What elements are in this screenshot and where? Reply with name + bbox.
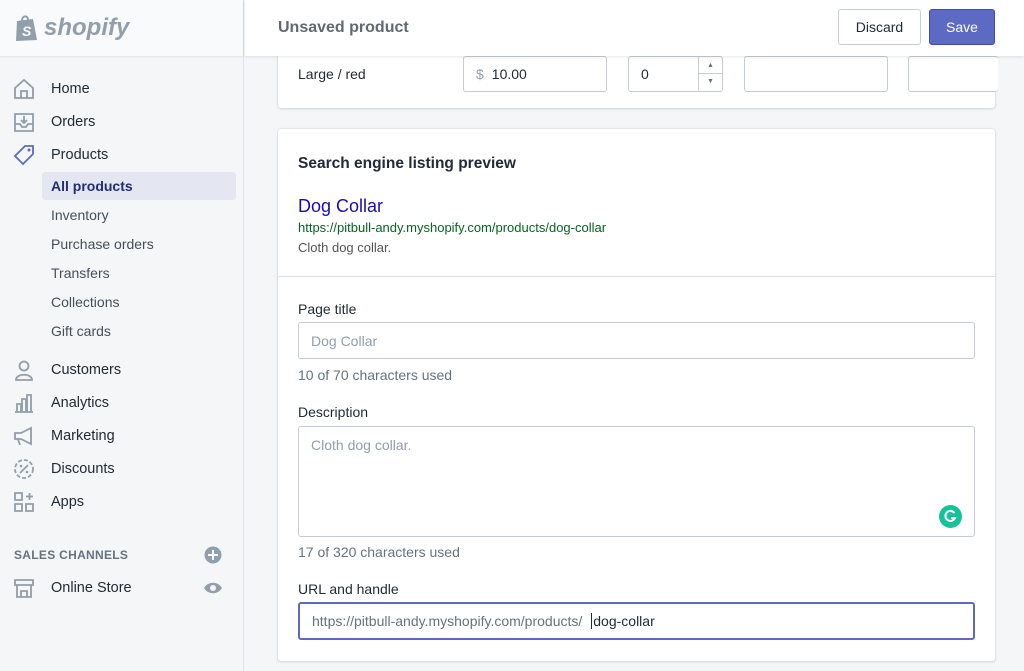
nav-label: Orders [51, 114, 95, 130]
nav-label: Discounts [51, 461, 115, 477]
nav-label: Customers [51, 362, 121, 378]
decrement-arrow-icon[interactable]: ▼ [699, 74, 722, 90]
discount-icon [13, 458, 35, 480]
nav-apps[interactable]: Apps [0, 487, 244, 517]
sales-channels-heading: SALES CHANNELS [14, 548, 128, 562]
currency-prefix: $ [476, 66, 484, 82]
shopify-logo[interactable]: S shopify [0, 0, 243, 56]
page-title-label: Page title [298, 301, 356, 317]
home-icon [13, 78, 35, 100]
subnav-gift-cards[interactable]: Gift cards [42, 317, 236, 345]
sku-input[interactable] [744, 56, 888, 92]
top-bar: Unsaved product Discard Save [245, 0, 1024, 56]
nav-label: Home [51, 81, 90, 97]
subnav-inventory[interactable]: Inventory [42, 201, 236, 229]
increment-arrow-icon[interactable]: ▲ [699, 57, 722, 74]
nav-home[interactable]: Home [0, 74, 244, 104]
page-title: Unsaved product [278, 19, 409, 37]
tag-icon [13, 144, 35, 166]
divider [278, 276, 995, 277]
handle-value: dog-collar [591, 613, 654, 629]
placeholder: Dog Collar [311, 333, 377, 349]
preview-description: Cloth dog collar. [298, 240, 391, 255]
orders-inbox-icon [13, 111, 35, 133]
nav-label: Online Store [51, 580, 132, 596]
variant-name: Large / red [298, 66, 366, 82]
brand-name: shopify [44, 14, 129, 42]
add-channel-icon[interactable] [204, 546, 222, 564]
customer-icon [13, 359, 35, 381]
eye-icon[interactable] [203, 581, 223, 595]
analytics-bar-icon [13, 392, 35, 414]
subnav-all-products[interactable]: All products [42, 172, 236, 200]
description-label: Description [298, 404, 368, 420]
preview-title: Dog Collar [298, 196, 383, 217]
quantity-stepper[interactable]: 0 ▲▼ [628, 56, 723, 92]
page-title-input[interactable]: Dog Collar [298, 322, 975, 359]
barcode-input[interactable] [908, 56, 998, 92]
subnav-collections[interactable]: Collections [42, 288, 236, 316]
subnav-purchase-orders[interactable]: Purchase orders [42, 230, 236, 258]
description-textarea[interactable]: Cloth dog collar. [298, 426, 975, 537]
nav-products[interactable]: Products [0, 140, 244, 170]
url-label: URL and handle [298, 581, 399, 597]
grammarly-icon[interactable] [939, 505, 962, 528]
quantity-value: 0 [641, 66, 649, 82]
nav-customers[interactable]: Customers [0, 355, 244, 385]
save-button[interactable]: Save [929, 9, 995, 45]
nav-label: Marketing [51, 428, 115, 444]
shopping-bag-icon: S [14, 14, 40, 42]
apps-icon [13, 491, 35, 513]
page-title-help: 10 of 70 characters used [298, 367, 452, 383]
nav-label: Apps [51, 494, 84, 510]
placeholder: Cloth dog collar. [311, 437, 411, 453]
nav-orders[interactable]: Orders [0, 107, 244, 137]
nav-analytics[interactable]: Analytics [0, 388, 244, 418]
preview-url: https://pitbull-andy.myshopify.com/produ… [298, 220, 606, 235]
svg-text:S: S [22, 23, 32, 39]
url-prefix: https://pitbull-andy.myshopify.com/produ… [312, 613, 582, 629]
seo-card: Search engine listing preview Dog Collar… [278, 129, 995, 661]
sidebar: S shopify Home Orders Products All produ… [0, 0, 244, 671]
megaphone-icon [13, 425, 35, 447]
price-input[interactable]: $10.00 [463, 56, 607, 92]
store-icon [13, 577, 35, 599]
subnav-transfers[interactable]: Transfers [42, 259, 236, 287]
nav-discounts[interactable]: Discounts [0, 454, 244, 484]
seo-heading: Search engine listing preview [298, 155, 516, 173]
nav-label: Products [51, 147, 108, 163]
price-value: 10.00 [492, 66, 527, 82]
nav-online-store[interactable]: Online Store [0, 573, 244, 603]
description-help: 17 of 320 characters used [298, 544, 460, 560]
discard-button[interactable]: Discard [838, 9, 921, 45]
nav-label: Analytics [51, 395, 109, 411]
url-handle-input[interactable]: https://pitbull-andy.myshopify.com/produ… [298, 602, 975, 640]
nav-marketing[interactable]: Marketing [0, 421, 244, 451]
